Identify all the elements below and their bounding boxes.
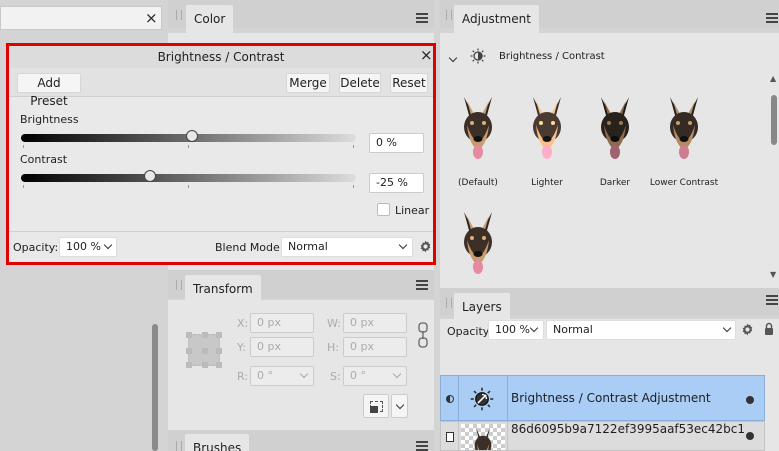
linear-checkbox[interactable]: [377, 203, 390, 216]
contrast-label: Contrast: [20, 153, 68, 166]
tab-brushes[interactable]: Brushes: [185, 434, 250, 451]
sun-icon: [470, 387, 494, 411]
adjustment-panel: Adjustment Brightness / Contrast ▲ ▼ (De…: [440, 0, 779, 288]
menu-icon[interactable]: [416, 13, 428, 23]
w-label: W:: [327, 317, 341, 330]
pixel-layer-icon: [446, 432, 454, 442]
menu-icon[interactable]: [416, 441, 428, 451]
h-field[interactable]: 0 px: [343, 337, 407, 357]
grip-icon[interactable]: [446, 10, 452, 20]
preset-thumbnail[interactable]: [595, 90, 635, 169]
contrast-slider[interactable]: [21, 174, 356, 182]
tab-adjustment[interactable]: Adjustment: [454, 5, 539, 33]
w-field[interactable]: 0 px: [343, 313, 407, 333]
dialog-title: Brightness / Contrast: [157, 50, 285, 64]
y-field[interactable]: 0 px: [250, 337, 314, 357]
grip-icon[interactable]: [176, 441, 182, 451]
add-preset-button[interactable]: Add Preset: [17, 73, 81, 108]
layer-thumbnail: [461, 424, 505, 450]
dog-thumbnail: [464, 97, 492, 159]
brightness-slider-knob[interactable]: [185, 130, 198, 142]
layer-status-dot[interactable]: [746, 396, 754, 404]
dog-thumbnail: [670, 97, 698, 159]
dialog-title-bar[interactable]: Brightness / Contrast ×: [9, 46, 433, 68]
brightness-label: Brightness: [20, 113, 79, 126]
reset-button[interactable]: Reset: [390, 73, 428, 93]
transform-options-button[interactable]: [363, 394, 389, 418]
dog-thumbnail: [601, 97, 629, 159]
visibility-icon[interactable]: [446, 395, 454, 403]
preset-label: Darker: [599, 178, 631, 188]
scroll-up-icon[interactable]: ▲: [770, 74, 776, 83]
adjustment-scrollbar[interactable]: [771, 95, 777, 145]
grip-icon[interactable]: [446, 298, 452, 308]
preset-label: (Default): [458, 178, 498, 188]
layer-name: Brightness / Contrast Adjustment: [511, 391, 711, 405]
x-field[interactable]: 0 px: [250, 313, 314, 333]
linear-label: Linear: [395, 204, 430, 217]
gear-icon[interactable]: [419, 240, 432, 253]
preset-label: Lower Contrast: [649, 178, 719, 188]
delete-button[interactable]: Delete: [339, 73, 381, 93]
lock-icon[interactable]: [764, 322, 774, 336]
r-label: R:: [237, 370, 249, 383]
preset-thumbnail[interactable]: [527, 90, 567, 169]
blend-mode-dropdown[interactable]: Normal: [281, 237, 413, 257]
preset-thumbnail[interactable]: [664, 90, 704, 169]
transform-panel: Transform X: 0 px W: 0 px Y: 0 px H: 0 p…: [168, 270, 434, 430]
menu-icon[interactable]: [766, 295, 778, 305]
x-label: X:: [237, 317, 249, 330]
layers-blend-dropdown[interactable]: Normal: [546, 320, 736, 340]
left-scrollbar[interactable]: [152, 324, 158, 451]
grip-icon[interactable]: [176, 280, 182, 290]
tab-transform[interactable]: Transform: [185, 275, 261, 303]
merge-button[interactable]: Merge: [286, 73, 330, 93]
adjustment-header-label: Brightness / Contrast: [499, 51, 605, 62]
layers-panel: Layers Opacity: 100 % Normal Brightness …: [440, 288, 779, 451]
close-icon[interactable]: ×: [145, 9, 158, 27]
scroll-down-icon[interactable]: ▼: [770, 270, 776, 279]
y-label: Y:: [237, 341, 246, 354]
contrast-slider-knob[interactable]: [143, 170, 156, 182]
close-icon[interactable]: ×: [420, 46, 433, 64]
blend-mode-label: Blend Mode:: [215, 241, 284, 254]
s-label: S:: [330, 370, 341, 383]
tab-color[interactable]: Color: [186, 5, 234, 33]
anchor-selector[interactable]: [186, 332, 222, 368]
tab-layers[interactable]: Layers: [454, 293, 510, 321]
brushes-panel: Brushes: [168, 430, 434, 451]
layers-opacity-label: Opacity:: [447, 325, 493, 338]
layer-status-dot[interactable]: [746, 432, 754, 440]
grip-icon[interactable]: [176, 10, 182, 20]
layer-name: 86d6095b9a7122ef3995aaf53ec42bc1: [511, 422, 746, 436]
dog-thumbnail: [474, 427, 492, 450]
layer-row[interactable]: Brightness / Contrast Adjustment: [440, 375, 765, 422]
brightness-value-field[interactable]: 0 %: [369, 133, 424, 153]
opacity-label: Opacity:: [13, 241, 59, 254]
left-panel-field[interactable]: [0, 6, 162, 30]
contrast-value-field[interactable]: -25 %: [369, 173, 424, 193]
link-icon[interactable]: [418, 322, 428, 348]
dog-thumbnail: [533, 97, 561, 159]
sun-icon: [470, 48, 486, 64]
gear-icon[interactable]: [741, 323, 754, 336]
dog-thumbnail: [464, 212, 492, 274]
brightness-contrast-dialog: Brightness / Contrast × Add Preset Merge…: [6, 43, 436, 265]
layer-row[interactable]: 86d6095b9a7122ef3995aaf53ec42bc1: [440, 421, 765, 451]
preset-thumbnail[interactable]: [458, 205, 498, 284]
menu-icon[interactable]: [766, 13, 778, 23]
h-label: H:: [327, 341, 339, 354]
preset-thumbnail[interactable]: [458, 90, 498, 169]
menu-icon[interactable]: [416, 280, 428, 290]
